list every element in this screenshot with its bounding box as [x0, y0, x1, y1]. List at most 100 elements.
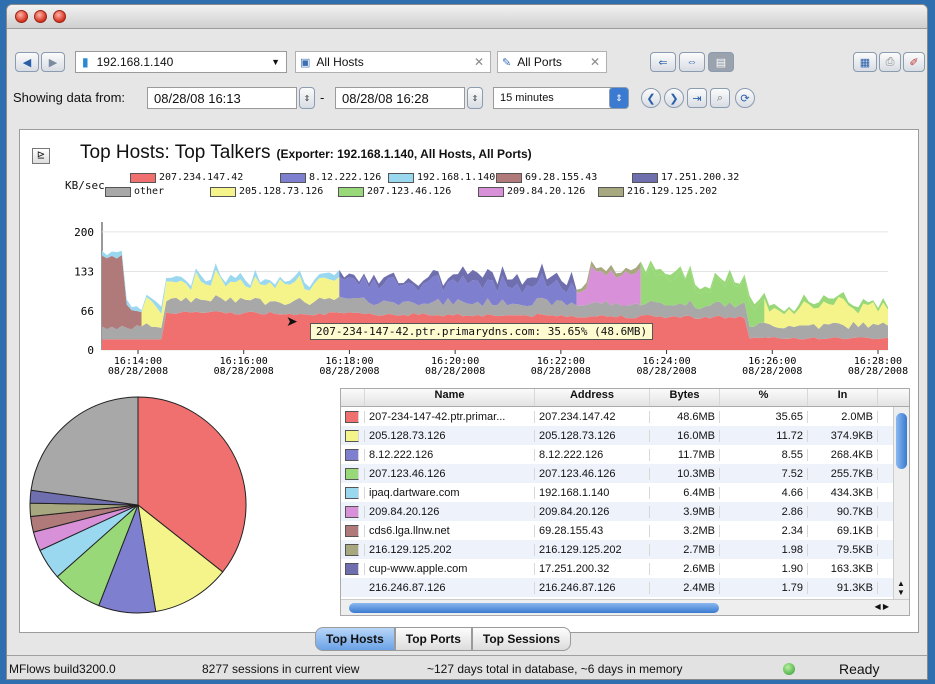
hosts-filter-label: All Hosts: [316, 55, 364, 69]
row-swatch-cell: [341, 467, 365, 480]
export-icon[interactable]: ✐: [903, 52, 925, 72]
header-address[interactable]: Address: [535, 389, 650, 406]
table-row[interactable]: 209.84.20.126 209.84.20.126 3.9MB 2.86 90.7K…: [341, 502, 909, 521]
cell-pct: 11.72: [720, 429, 808, 442]
start-time-field[interactable]: 08/28/08 16:13: [147, 87, 297, 109]
vertical-scroll-thumb[interactable]: [896, 413, 907, 469]
cell-pct: 7.52: [720, 467, 808, 480]
tab-top-sessions[interactable]: Top Sessions: [471, 627, 572, 651]
header-bytes[interactable]: Bytes: [650, 389, 720, 406]
status-bar: MFlows build3200.0 8277 sessions in curr…: [7, 655, 927, 679]
table-row[interactable]: 207-234-147-42.ptr.primar... 207.234.147.…: [341, 407, 909, 426]
cell-bytes: 2.6MB: [650, 562, 720, 575]
row-swatch-cell: [341, 543, 365, 556]
header-percent[interactable]: %: [720, 389, 808, 406]
hosts-icon: ▣: [300, 56, 311, 69]
cell-bytes: 2.4MB: [650, 581, 720, 594]
cell-in: 255.7KB: [808, 467, 878, 480]
tab-top-hosts[interactable]: Top Hosts: [315, 627, 395, 651]
list-view-icon[interactable]: ⇐: [650, 52, 676, 72]
hosts-filter-field[interactable]: ▣ All Hosts ✕: [295, 51, 491, 73]
back-arrow-icon[interactable]: ◀: [15, 52, 39, 72]
range-dash: -: [320, 90, 325, 105]
interval-select[interactable]: 15 minutes: [493, 87, 617, 109]
y-tick-label: 0: [87, 344, 94, 357]
prev-period-icon[interactable]: ❮: [641, 88, 661, 108]
interval-chevron-icon[interactable]: ⇕: [609, 87, 629, 109]
chart-tooltip: 207-234-147-42.ptr.primarydns.com: 35.65…: [310, 323, 654, 340]
row-color-swatch: [345, 467, 359, 480]
y-tick-label: 200: [74, 226, 94, 239]
cell-bytes: 16.0MB: [650, 429, 720, 442]
table-header: Name Address Bytes % In: [341, 389, 909, 407]
next-period-icon[interactable]: ❯: [664, 88, 684, 108]
table-row[interactable]: cds6.lga.llnw.net 69.28.155.43 3.2MB 2.34 69…: [341, 521, 909, 540]
cell-name: 216.246.87.126: [365, 581, 535, 594]
cell-in: 268.4KB: [808, 448, 878, 461]
tab-top-ports[interactable]: Top Ports: [394, 627, 472, 651]
cell-name: 205.128.73.126: [365, 429, 535, 442]
row-color-swatch: [345, 410, 359, 423]
zoom-window-button[interactable]: [53, 10, 66, 23]
detail-view-icon[interactable]: ▤: [708, 52, 734, 72]
start-time-stepper[interactable]: ⇕: [299, 87, 315, 109]
cell-name: 8.12.222.126: [365, 448, 535, 461]
end-time-field[interactable]: 08/28/08 16:28: [335, 87, 465, 109]
title-bar: [7, 5, 927, 29]
latest-period-icon[interactable]: ⇥: [687, 88, 707, 108]
row-color-swatch: [345, 448, 359, 461]
h-scroll-arrows-icon[interactable]: ◀ ▶: [874, 602, 889, 611]
end-time-stepper[interactable]: ⇕: [467, 87, 483, 109]
cell-address: 207.123.46.126: [535, 467, 650, 480]
close-window-button[interactable]: [15, 10, 28, 23]
table-row[interactable]: 8.12.222.126 8.12.222.126 11.7MB 8.55 268.4K…: [341, 445, 909, 464]
vertical-scrollbar[interactable]: ▲ ▼: [893, 407, 909, 599]
x-tick-date: 08/28/2008: [425, 366, 485, 377]
header-in[interactable]: In: [808, 389, 878, 406]
cell-bytes: 11.7MB: [650, 448, 720, 461]
row-swatch-cell: [341, 448, 365, 461]
cell-name: 216.129.125.202: [365, 543, 535, 556]
cell-address: 216.129.125.202: [535, 543, 650, 556]
report-tabs: Top Hosts Top Ports Top Sessions: [315, 627, 572, 651]
forward-arrow-icon[interactable]: ▶: [41, 52, 65, 72]
refresh-icon[interactable]: ⟳: [735, 88, 755, 108]
cell-bytes: 10.3MB: [650, 467, 720, 480]
cell-pct: 1.79: [720, 581, 808, 594]
table-view-icon[interactable]: ⇔: [679, 52, 705, 72]
series-area-segment: [102, 254, 142, 330]
table-row[interactable]: 205.128.73.126 205.128.73.126 16.0MB 11.72 3…: [341, 426, 909, 445]
cell-pct: 4.66: [720, 486, 808, 499]
exporter-select[interactable]: ▮ 192.168.1.140 ▼: [75, 51, 287, 73]
row-color-swatch: [345, 486, 359, 499]
horizontal-scroll-thumb[interactable]: [349, 603, 719, 613]
chevron-down-icon: ▼: [271, 57, 280, 67]
cell-bytes: 2.7MB: [650, 543, 720, 556]
row-swatch-cell: [341, 524, 365, 537]
cell-address: 192.168.1.140: [535, 486, 650, 499]
table-row[interactable]: 216.246.87.126 216.246.87.126 2.4MB 1.79 91.…: [341, 578, 909, 597]
table-row[interactable]: 207.123.46.126 207.123.46.126 10.3MB 7.52 25…: [341, 464, 909, 483]
save-icon[interactable]: ▦: [853, 52, 877, 72]
pie-slice: [30, 396, 139, 506]
table-row[interactable]: cup-www.apple.com 17.251.200.32 2.6MB 1.90 1…: [341, 559, 909, 578]
clear-hosts-icon[interactable]: ✕: [474, 55, 484, 69]
cell-pct: 8.55: [720, 448, 808, 461]
clear-ports-icon[interactable]: ✕: [590, 55, 600, 69]
ports-filter-field[interactable]: ✎ All Ports ✕: [497, 51, 607, 73]
print-icon[interactable]: ⎙: [879, 52, 901, 72]
y-tick-label: 133: [74, 265, 94, 278]
minimize-window-button[interactable]: [34, 10, 47, 23]
scroll-arrows-icon[interactable]: ▲ ▼: [897, 579, 905, 597]
row-color-swatch: [345, 543, 359, 556]
exporter-value: 192.168.1.140: [96, 55, 174, 69]
build-label: MFlows build3200.0: [9, 662, 116, 676]
cell-in: 434.3KB: [808, 486, 878, 499]
mouse-pointer-icon: ➤: [286, 313, 298, 329]
x-tick-date: 08/28/2008: [214, 366, 274, 377]
horizontal-scrollbar[interactable]: ◀ ▶: [341, 599, 909, 615]
header-name[interactable]: Name: [365, 389, 535, 406]
table-row[interactable]: 216.129.125.202 216.129.125.202 2.7MB 1.98 7…: [341, 540, 909, 559]
table-row[interactable]: ipaq.dartware.com 192.168.1.140 6.4MB 4.66 4…: [341, 483, 909, 502]
zoom-icon[interactable]: ⌕: [710, 88, 730, 108]
